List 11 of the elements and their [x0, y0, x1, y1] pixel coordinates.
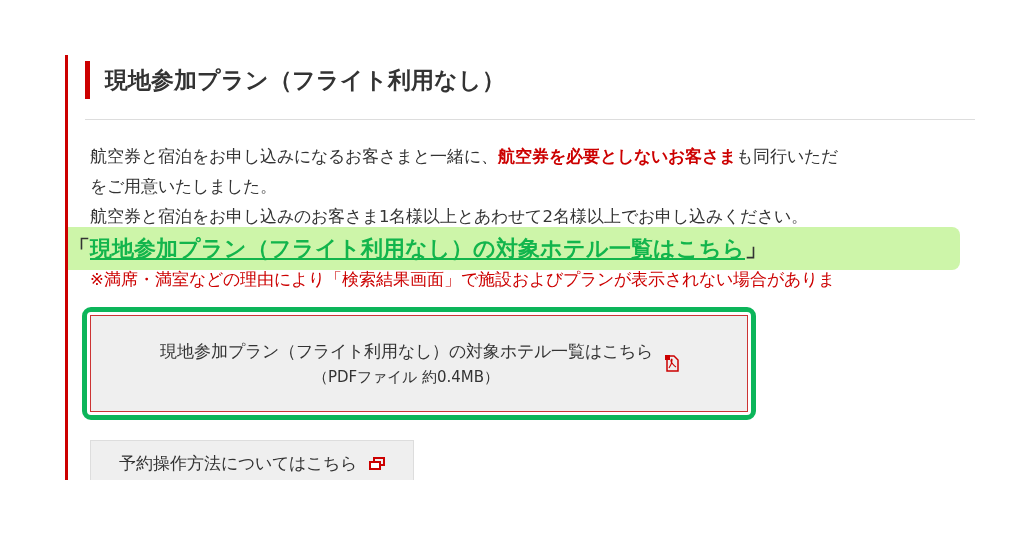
bracket-text: 「 [68, 234, 90, 263]
bracket-text: 」 [745, 234, 767, 263]
note-text: ※満席・満室などの理由により「検索結果画面」で施設およびプランが表示されない場合がありま [90, 269, 836, 291]
pdf-link-button[interactable]: 現地参加プラン（フライト利用なし）の対象ホテル一覧はこちら （PDFファイル 約0.4MB） [90, 315, 748, 412]
section-heading: 現地参加プラン（フライト利用なし） [85, 61, 975, 99]
link-button[interactable]: 予約操作方法についてはこちら [90, 440, 414, 480]
pdf-icon [664, 355, 679, 372]
body-text: をご用意いたしました。 [90, 176, 278, 198]
external-link-icon [369, 456, 385, 470]
body-text: 航空券と宿泊をお申し込みになるお客さまと一緒に、航空券を必要としないお客さまも同行いただ [90, 146, 839, 168]
body-text: 航空券と宿泊をお申し込みのお客さま1名様以上とあわせて2名様以上でお申し込みください。 [90, 206, 809, 228]
